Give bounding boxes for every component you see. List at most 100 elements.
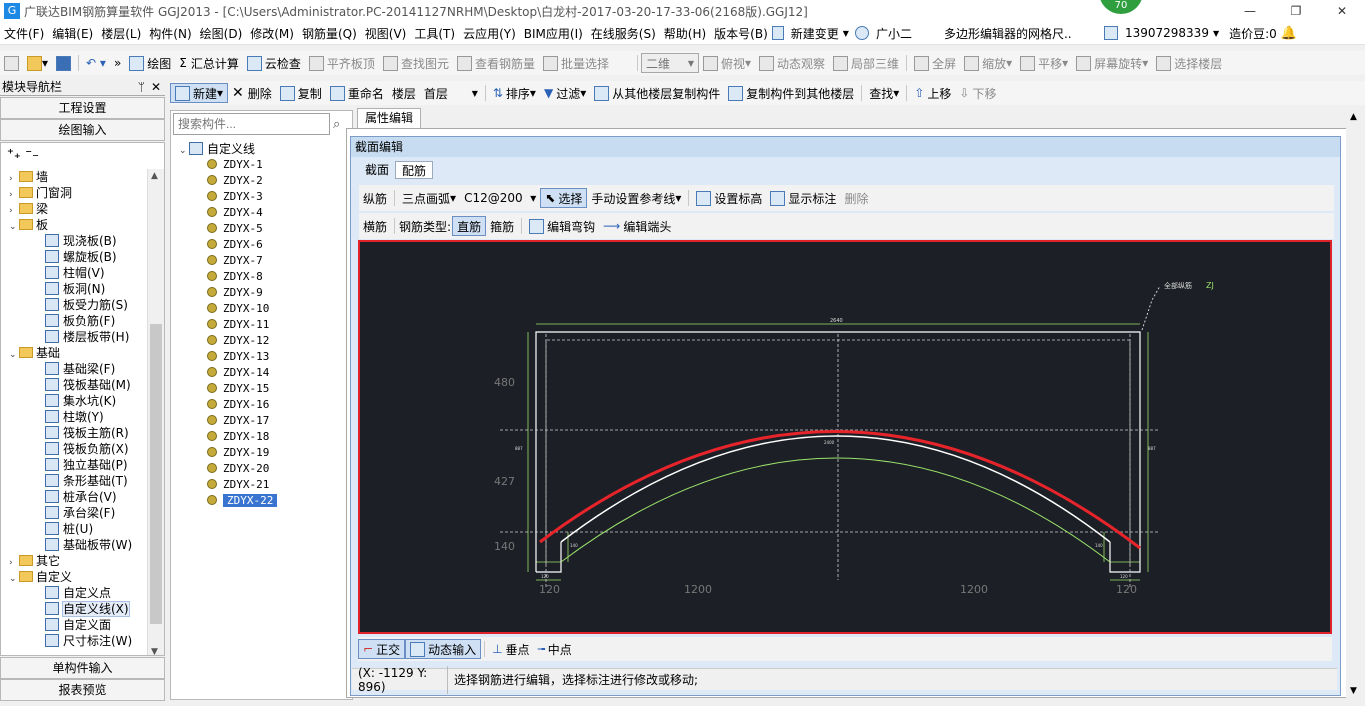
straight-rebar-button[interactable]: 直筋 [452, 216, 487, 236]
nav-item[interactable]: 筏板主筋(R) [9, 425, 164, 441]
callout-text[interactable]: 全部纵筋 [1164, 281, 1192, 290]
component-root[interactable]: ⌄ 自定义线 [171, 141, 352, 157]
phone-account[interactable]: 13907298339 [1121, 26, 1213, 40]
nav-item[interactable]: 基础板带(W) [9, 537, 164, 553]
menu-draw[interactable]: 绘图(D) [196, 25, 247, 42]
tab-property-edit[interactable]: 属性编辑 [357, 108, 421, 128]
nav-item[interactable]: 尺寸标注(W) [9, 633, 164, 649]
project-settings-button[interactable]: 工程设置 [0, 97, 165, 119]
component-list-item[interactable]: ZDYX-9 [171, 285, 352, 301]
pin-icon[interactable]: ᛘ [138, 80, 145, 95]
small-dim-3[interactable]: 140 [570, 543, 578, 548]
menu-tools[interactable]: 工具(T) [410, 25, 459, 42]
nav-item[interactable]: 板负筋(F) [9, 313, 164, 329]
find-button[interactable]: 查找 ▾ [865, 83, 903, 103]
ortho-button[interactable]: ⌐ 正交 [358, 639, 406, 659]
nav-folder[interactable]: ⌄ 板 [9, 217, 164, 233]
open-folder-icon[interactable]: ▾ [23, 53, 52, 73]
nav-item[interactable]: 螺旋板(B) [9, 249, 164, 265]
nav-item[interactable]: 现浇板(B) [9, 233, 164, 249]
midpoint-snap-button[interactable]: ╼ 中点 [534, 639, 576, 659]
component-list-item[interactable]: ZDYX-12 [171, 333, 352, 349]
bottom-dim-2[interactable]: 1200 [684, 583, 712, 596]
dynamic-input-button[interactable]: 动态输入 [405, 639, 482, 659]
expand-collapse-icons[interactable]: ⁺₊ ⁻₋ [1, 143, 164, 169]
find-element-button[interactable]: 查找图元 [379, 53, 453, 73]
component-list-item[interactable]: ZDYX-11 [171, 317, 352, 333]
nav-item[interactable]: 桩(U) [9, 521, 164, 537]
component-list-item[interactable]: ZDYX-7 [171, 253, 352, 269]
tab-section[interactable]: 截面 [359, 161, 395, 179]
component-list-item[interactable]: ZDYX-5 [171, 221, 352, 237]
callout-code[interactable]: ZJ [1206, 281, 1214, 290]
copy-component-button[interactable]: 复制 [276, 83, 326, 103]
menu-cloud[interactable]: 云应用(Y) [459, 25, 520, 42]
nav-item[interactable]: 自定义面 [9, 617, 164, 633]
nav-item[interactable]: 筏板基础(M) [9, 377, 164, 393]
menu-rebar-qty[interactable]: 钢筋量(Q) [298, 25, 361, 42]
small-dim-2[interactable]: 120 [1120, 574, 1128, 579]
tab-rebar[interactable]: 配筋 [395, 161, 434, 179]
component-list-item[interactable]: ZDYX-16 [171, 397, 352, 413]
top-dim-label[interactable]: 2640 [830, 318, 843, 324]
menu-help[interactable]: 帮助(H) [660, 25, 710, 42]
component-list-item[interactable]: ZDYX-4 [171, 205, 352, 221]
left-dim-3[interactable]: 140 [494, 540, 515, 553]
nav-scrollbar[interactable]: ▲ ▼ [147, 169, 164, 655]
edit-end-button[interactable]: ⟶ 编辑端头 [599, 216, 675, 236]
view-mode-select[interactable]: 二维 ▼ [640, 53, 699, 73]
save-icon[interactable] [52, 53, 75, 73]
menu-bim[interactable]: BIM应用(I) [520, 25, 587, 42]
nav-item[interactable]: 柱帽(V) [9, 265, 164, 281]
manual-ref-line-select[interactable]: 手动设置参考线 ▾ [587, 188, 685, 208]
rotate-screen-button[interactable]: 屏幕旋转 ▾ [1072, 53, 1152, 73]
nav-item[interactable]: 自定义点 [9, 585, 164, 601]
left-dim-2[interactable]: 427 [494, 475, 515, 488]
sort-button[interactable]: ⇅ 排序 ▾ [489, 83, 540, 103]
nav-folder[interactable]: › 其它 [9, 553, 164, 569]
right-scrollbar[interactable]: ▲ ▼ [1346, 110, 1362, 698]
arc-mode-select[interactable]: 三点画弧 ▾ [398, 188, 460, 208]
delete-rebar-button[interactable]: 删除 [840, 188, 872, 208]
single-component-button[interactable]: 单构件输入 [0, 657, 165, 679]
component-list-item[interactable]: ZDYX-18 [171, 429, 352, 445]
component-list-item[interactable]: ZDYX-21 [171, 477, 352, 493]
longitudinal-rebar-button[interactable]: 纵筋 [359, 188, 391, 208]
assistant-link[interactable]: 广小二 [872, 25, 916, 42]
rebar-spec-select[interactable]: C12@200 ▾ [460, 188, 540, 208]
pan-button[interactable]: 平移 ▾ [1016, 53, 1072, 73]
copy-to-floor-button[interactable]: 复制构件到其他楼层 [724, 83, 858, 103]
cost-beans[interactable]: 造价豆:0 [1225, 25, 1281, 42]
component-list-item[interactable]: ZDYX-8 [171, 269, 352, 285]
small-dim-6[interactable]: 887 [1148, 446, 1156, 451]
menu-modify[interactable]: 修改(M) [246, 25, 298, 42]
bottom-dim-4[interactable]: 120 [1116, 583, 1137, 596]
component-search-input[interactable] [173, 113, 330, 135]
filter-button[interactable]: ▼ 过滤 ▾ [540, 83, 590, 103]
component-list-item[interactable]: ZDYX-1 [171, 157, 352, 173]
search-icon[interactable]: ⌕ [333, 117, 340, 132]
component-list-item[interactable]: ZDYX-22 [171, 493, 352, 509]
small-dim-4[interactable]: 140 [1095, 543, 1103, 548]
perpendicular-snap-button[interactable]: ⊥ 垂点 [488, 639, 533, 659]
nav-item[interactable]: 桩承台(V) [9, 489, 164, 505]
nav-item[interactable]: 柱墩(Y) [9, 409, 164, 425]
nav-item[interactable]: 条形基础(T) [9, 473, 164, 489]
select-tool-button[interactable]: ⬉ 选择 [540, 188, 588, 208]
align-slab-top-button[interactable]: 平齐板顶 [305, 53, 379, 73]
component-list-item[interactable]: ZDYX-14 [171, 365, 352, 381]
stirrup-button[interactable]: 箍筋 [486, 216, 518, 236]
menu-floor[interactable]: 楼层(L) [97, 25, 145, 42]
component-list-item[interactable]: ZDYX-17 [171, 413, 352, 429]
nav-item[interactable]: 筏板负筋(X) [9, 441, 164, 457]
component-list-item[interactable]: ZDYX-10 [171, 301, 352, 317]
nav-item[interactable]: 板洞(N) [9, 281, 164, 297]
component-list-item[interactable]: ZDYX-6 [171, 237, 352, 253]
draw-button[interactable]: 绘图 [125, 53, 175, 73]
left-dim-1[interactable]: 480 [494, 376, 515, 389]
nav-folder[interactable]: › 墙 [9, 169, 164, 185]
menu-version[interactable]: 版本号(B) [710, 25, 772, 42]
component-list-item[interactable]: ZDYX-15 [171, 381, 352, 397]
new-file-icon[interactable] [0, 53, 23, 73]
nav-folder[interactable]: ⌄ 基础 [9, 345, 164, 361]
